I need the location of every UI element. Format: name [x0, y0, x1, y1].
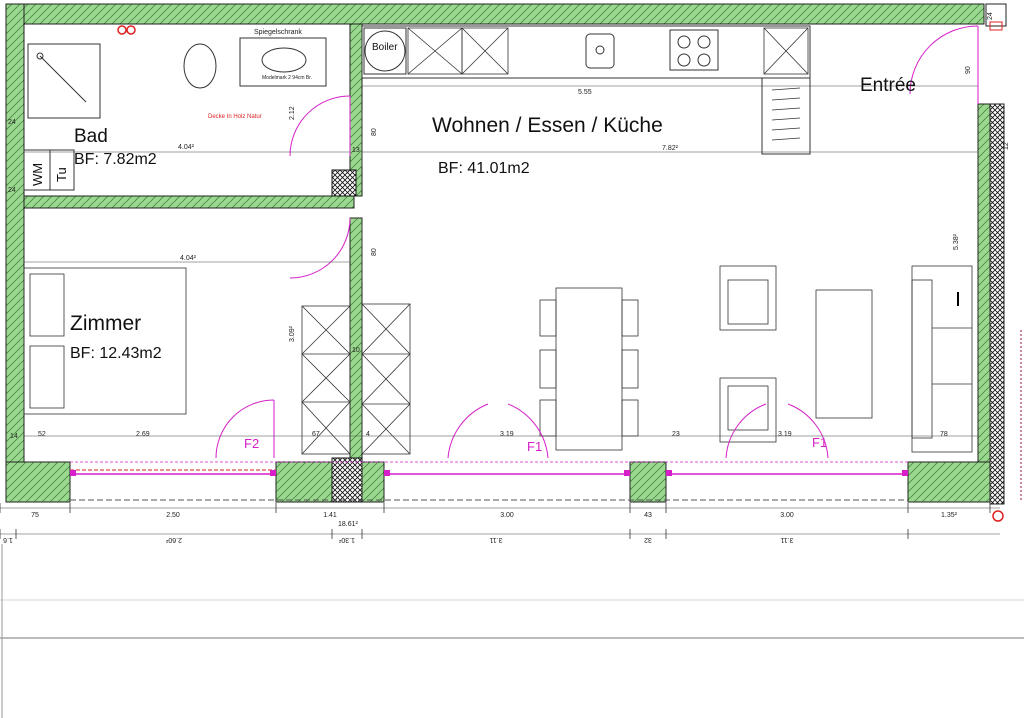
dim-67: 67: [312, 431, 320, 438]
coffee-table: [815, 289, 873, 419]
dim-chain-1-label: 1.41: [323, 512, 337, 519]
dim-4: 4: [366, 431, 370, 438]
dim-80b: 80: [371, 248, 378, 256]
wall-central-lower: [349, 217, 363, 459]
kitchen-len-dim: 5.55: [578, 89, 592, 96]
dim-319a: 3.19: [500, 431, 514, 438]
dim-13: 13: [352, 147, 360, 154]
dim-319b: 3.19: [778, 431, 792, 438]
armchair-bottom: [719, 377, 777, 443]
dimension-chain-1-labels: 75 2.50 1.41 3.00 43 3.00 1.35²: [0, 503, 991, 519]
furniture: [23, 265, 973, 453]
cooktop: [669, 29, 719, 71]
bad-width-dim: 4.04²: [178, 144, 195, 151]
door-f2-label: F2: [244, 436, 259, 451]
dim-14: 14: [10, 433, 18, 440]
bad-fixtures: Spiegelschrank Modelmark 2 94cm Br. Deck…: [23, 25, 327, 191]
facade-right: [907, 461, 991, 503]
boiler-label: Boiler: [372, 42, 398, 53]
outer-walls: [5, 3, 1007, 505]
dim-24c: 24: [987, 12, 994, 20]
dim-chain-1-label: 75: [31, 512, 39, 519]
dim-total: 18.61²: [338, 521, 359, 528]
marker-circle: [117, 25, 127, 35]
bottom-facade: [5, 457, 991, 503]
wall-right: [977, 103, 991, 463]
dim-chain-1-label: 3.00: [500, 512, 514, 519]
dim-12: 12: [1003, 142, 1010, 150]
dim-chain-2-label: 2.60²: [165, 536, 182, 543]
red-marker: [992, 510, 1004, 522]
room-entree-name: Entrée: [860, 75, 916, 96]
facade-pier: [629, 461, 667, 503]
dim-chain-2-label: 3.11: [489, 536, 502, 543]
dim-78: 78: [940, 431, 948, 438]
wohnen-depth-dim: 5.38²: [953, 233, 960, 250]
dim-269: 2.69: [136, 431, 150, 438]
armchair-top: [719, 265, 777, 331]
interior-dimension-lines: [24, 110, 978, 437]
wall-right-outer: [989, 103, 1005, 505]
dim-80a: 80: [371, 128, 378, 136]
dim-chain-1-label: 2.50: [166, 512, 180, 519]
facade-mid2: [361, 461, 385, 503]
modelmark-label: Modelmark 2 94cm Br.: [262, 75, 312, 81]
dining-table: [555, 287, 623, 451]
wm-label: WM: [30, 163, 45, 186]
dim-chain-2-label: 32: [644, 536, 652, 543]
spiegelschrank-label: Spiegelschrank: [254, 29, 302, 36]
room-bad-area: BF: 7.82m2: [74, 151, 157, 168]
dim-chain-1-label: 43: [644, 512, 652, 519]
bed: [23, 267, 187, 415]
floor-plan: Spiegelschrank Modelmark 2 94cm Br. Deck…: [0, 3, 1024, 718]
tu-label: Tu: [54, 167, 69, 182]
dim-23: 23: [672, 431, 680, 438]
room-wohnen-name: Wohnen / Essen / Küche: [432, 114, 663, 137]
wall-bad-zimmer: [23, 195, 355, 209]
facade-column: [331, 457, 363, 503]
dim-chain-2-label: 1.6: [3, 536, 13, 543]
sink: [585, 33, 615, 69]
room-bad-name: Bad: [74, 126, 108, 147]
dim-52: 52: [38, 431, 46, 438]
zimmer-depth-dim: 3.09²: [289, 325, 296, 342]
facade-mid: [275, 461, 333, 503]
dim-chain-2-label: 3.11: [780, 536, 793, 543]
dim-chain-1-label: 1.35²: [941, 512, 958, 519]
column-hatch: [331, 169, 357, 197]
shower-tray: [27, 43, 101, 119]
room-wohnen-area: BF: 41.01m2: [438, 160, 530, 177]
bad-depth-dim: 2.12: [289, 106, 296, 120]
facade-left: [5, 461, 71, 503]
door-f1-right-label: F1: [812, 435, 827, 450]
tall-cabinet: [761, 77, 811, 155]
dim-chain-1-label: 3.00: [780, 512, 794, 519]
dim-chain-2-label: 1.30²: [338, 536, 355, 543]
dim-10: 10: [352, 347, 360, 354]
wall-top: [5, 3, 985, 25]
zimmer-width-dim: 4.04²: [180, 255, 197, 262]
toilet: [183, 43, 217, 89]
sofa: [911, 265, 973, 453]
room-zimmer-name: Zimmer: [70, 312, 141, 335]
dim-24b: 24: [8, 187, 16, 194]
wall-left: [5, 3, 25, 463]
entree-90-dim: 90: [965, 66, 972, 74]
door-f1-left-label: F1: [527, 439, 542, 454]
wohnen-width-dim: 7.82²: [662, 145, 679, 152]
room-zimmer-area: BF: 12.43m2: [70, 345, 162, 362]
dimension-chain-2-labels: 1.6 2.60² 1.30² 3.11 32 3.11: [0, 529, 909, 543]
decke-label: Decke In Holz Natur: [208, 114, 262, 120]
dim-24a: 24: [8, 119, 16, 126]
